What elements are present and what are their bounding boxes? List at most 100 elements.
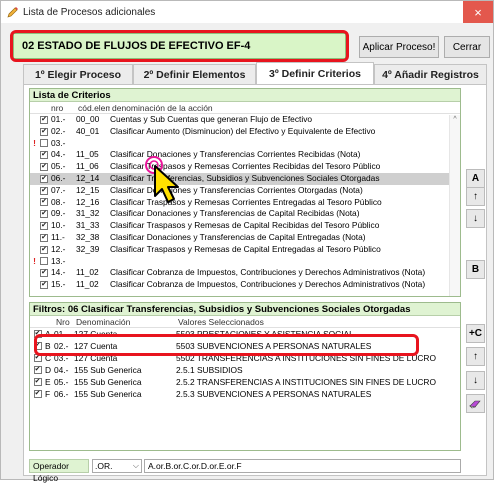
row-checkbox[interactable]: ✔ bbox=[39, 233, 49, 242]
row-checkbox[interactable]: ✔ bbox=[39, 151, 49, 160]
checkmark-icon: ✔ bbox=[40, 233, 48, 242]
col-filter-den: Denominación bbox=[76, 317, 131, 327]
criteria-row[interactable]: ✔ 05.- 11_06 Clasificar Traspasos y Remesas… bbox=[30, 161, 460, 173]
logical-operator-bar: Operador Lógico .OR. ⌵ A.or.B.or.C.or.D.o… bbox=[29, 459, 461, 483]
a-button[interactable]: A bbox=[466, 169, 485, 188]
criteria-row[interactable]: ✔ 10.- 31_33 Clasificar Traspasos y Remesas… bbox=[30, 220, 460, 232]
checkmark-icon: ✔ bbox=[33, 366, 42, 374]
row-checkbox[interactable]: ✔ bbox=[39, 186, 49, 195]
filter-row[interactable]: ✔ E 05.- 155 Sub Generica 2.5.2 TRANSFERENCI… bbox=[30, 376, 460, 388]
tab-definir-criterios[interactable]: 3º Definir Criterios bbox=[256, 62, 374, 84]
close-button[interactable]: Cerrar bbox=[444, 36, 490, 58]
filter-checkbox[interactable]: ✔ bbox=[30, 390, 45, 398]
filters-header: Nro Denominación Valores Seleccionados bbox=[30, 316, 460, 328]
tab-definir-elementos[interactable]: 2º Definir Elementos bbox=[133, 64, 256, 84]
row-cod: 32_38 bbox=[76, 231, 100, 242]
row-nro: 13.- bbox=[51, 255, 66, 266]
row-checkbox[interactable]: ✔ bbox=[39, 210, 49, 219]
add-condition-button[interactable]: +C bbox=[466, 324, 485, 343]
row-nro: 06.- bbox=[51, 172, 66, 183]
filter-down-button[interactable]: ↓ bbox=[466, 371, 485, 390]
row-checkbox[interactable]: ✔ bbox=[39, 245, 49, 254]
b-label: B bbox=[471, 264, 480, 275]
filter-letter: D bbox=[45, 365, 52, 375]
b-button[interactable]: B bbox=[466, 260, 485, 279]
row-checkbox[interactable]: ✔ bbox=[39, 198, 49, 207]
row-checkbox[interactable] bbox=[39, 139, 49, 148]
criteria-row[interactable]: ! 13.- bbox=[30, 256, 460, 268]
filter-nro: 06.- bbox=[54, 389, 69, 399]
move-down-button[interactable]: ↓ bbox=[466, 209, 485, 228]
row-den: Clasificar Traspasos y Remesas de Capita… bbox=[110, 243, 381, 254]
operator-expression: A.or.B.or.C.or.D.or.E.or.F bbox=[148, 461, 242, 471]
criteria-row[interactable]: ✔ 06.- 12_14 Clasificar Transferencias, Sub… bbox=[30, 172, 460, 185]
filter-up-button[interactable]: ↑ bbox=[466, 347, 485, 366]
tab-label: 3º Definir Criterios bbox=[269, 67, 361, 80]
row-checkbox[interactable]: ✔ bbox=[39, 163, 49, 172]
scroll-up-icon[interactable]: ^ bbox=[450, 115, 460, 125]
row-cod: 11_06 bbox=[76, 161, 99, 172]
row-checkbox[interactable]: ✔ bbox=[39, 174, 49, 183]
filter-row[interactable]: ✔ B 02.- 127 Cuenta 5503 SUBVENCIONES A PERS… bbox=[30, 340, 460, 352]
checkmark-icon: ✔ bbox=[40, 281, 48, 290]
row-cod: 12_15 bbox=[76, 184, 100, 195]
filter-checkbox[interactable]: ✔ bbox=[30, 366, 45, 374]
row-checkbox[interactable] bbox=[39, 257, 49, 266]
operator-expression-field[interactable]: A.or.B.or.C.or.D.or.E.or.F bbox=[144, 459, 461, 473]
apply-process-label: Aplicar Proceso! bbox=[362, 41, 436, 53]
criteria-row[interactable]: ✔ 11.- 32_38 Clasificar Donaciones y Transf… bbox=[30, 232, 460, 244]
apply-process-button[interactable]: Aplicar Proceso! bbox=[359, 36, 439, 58]
col-den: denominación de la acción bbox=[112, 103, 213, 113]
close-window-button[interactable]: × bbox=[463, 1, 493, 23]
row-den: Clasificar Donaciones y Transferencias d… bbox=[110, 231, 366, 242]
row-checkbox[interactable]: ✔ bbox=[39, 127, 49, 136]
row-cod: 40_01 bbox=[76, 125, 100, 136]
filter-row[interactable]: ✔ A 01.- 127 Cuenta 5503 PRESTACIONES Y ASIS… bbox=[30, 328, 460, 340]
filter-val: 5503 PRESTACIONES Y ASISTENCIA SOCIAL bbox=[176, 329, 354, 339]
criteria-scrollbar[interactable]: ^ bbox=[449, 115, 460, 296]
filter-checkbox[interactable]: ✔ bbox=[30, 342, 45, 350]
operator-select[interactable]: .OR. ⌵ bbox=[92, 459, 142, 473]
checkmark-icon: ✔ bbox=[33, 390, 42, 398]
operator-value: .OR. bbox=[95, 461, 113, 471]
move-up-button[interactable]: ↑ bbox=[466, 187, 485, 206]
checkmark-icon: ✔ bbox=[33, 378, 42, 386]
filter-den: 155 Sub Generica bbox=[74, 365, 142, 375]
checkmark-icon: ✔ bbox=[33, 342, 42, 350]
row-checkbox[interactable]: ✔ bbox=[39, 115, 49, 124]
criteria-list: Lista de Criterios nro cód.elemen denomi… bbox=[29, 88, 461, 297]
tab-elegir-proceso[interactable]: 1º Elegir Proceso bbox=[23, 64, 133, 84]
criteria-row[interactable]: ! 03.- bbox=[30, 138, 460, 150]
row-checkbox[interactable]: ✔ bbox=[39, 281, 49, 290]
criteria-header: nro cód.elemen denominación de la acción bbox=[30, 102, 460, 114]
filter-den: 127 Cuenta bbox=[74, 353, 118, 363]
criteria-row[interactable]: ✔ 14.- 11_02 Clasificar Cobranza de Impuest… bbox=[30, 267, 460, 279]
filter-val: 5503 SUBVENCIONES A PERSONAS NATURALES bbox=[176, 341, 372, 351]
dialog-window: Lista de Procesos adicionales × 02 ESTAD… bbox=[0, 0, 494, 483]
row-checkbox[interactable]: ✔ bbox=[39, 222, 49, 231]
eraser-button[interactable] bbox=[466, 394, 485, 413]
row-nro: 04.- bbox=[51, 149, 66, 160]
pencil-icon bbox=[7, 7, 18, 18]
close-label: Cerrar bbox=[452, 41, 482, 53]
row-cod: 31_32 bbox=[76, 208, 100, 219]
tab-anadir-registros[interactable]: 4º Añadir Registros bbox=[374, 64, 487, 84]
checkmark-icon: ✔ bbox=[33, 354, 42, 362]
criteria-row[interactable]: ✔ 02.- 40_01 Clasificar Aumento (Disminucio… bbox=[30, 126, 460, 138]
filter-row[interactable]: ✔ D 04.- 155 Sub Generica 2.5.1 SUBSIDIOS bbox=[30, 364, 460, 376]
criteria-row[interactable]: ✔ 01.- 00_00 Cuentas y Sub Cuentas que gene… bbox=[30, 114, 460, 126]
criteria-row[interactable]: ✔ 04.- 11_05 Clasificar Donaciones y Transf… bbox=[30, 149, 460, 161]
col-filter-val: Valores Seleccionados bbox=[178, 317, 264, 327]
process-name: 02 ESTADO DE FLUJOS DE EFECTIVO EF-4 bbox=[22, 40, 251, 52]
row-checkbox[interactable]: ✔ bbox=[39, 269, 49, 278]
filter-row[interactable]: ✔ F 06.- 155 Sub Generica 2.5.3 SUBVENCIONES… bbox=[30, 388, 460, 400]
criteria-row[interactable]: ✔ 12.- 32_39 Clasificar Traspasos y Remesas… bbox=[30, 244, 460, 256]
filter-checkbox[interactable]: ✔ bbox=[30, 354, 45, 362]
criteria-row[interactable]: ✔ 07.- 12_15 Clasificar Donaciones y Transf… bbox=[30, 185, 460, 197]
filter-checkbox[interactable]: ✔ bbox=[30, 378, 45, 386]
filter-checkbox[interactable]: ✔ bbox=[30, 330, 45, 338]
filter-row[interactable]: ✔ C 03.- 127 Cuenta 5502 TRANSFERENCIAS A IN… bbox=[30, 352, 460, 364]
criteria-row[interactable]: ✔ 09.- 31_32 Clasificar Donaciones y Transf… bbox=[30, 208, 460, 220]
criteria-row[interactable]: ✔ 08.- 12_16 Clasificar Traspasos y Remesas… bbox=[30, 197, 460, 209]
criteria-row[interactable]: ✔ 15.- 11_02 Clasificar Cobranza de Impuest… bbox=[30, 279, 460, 291]
